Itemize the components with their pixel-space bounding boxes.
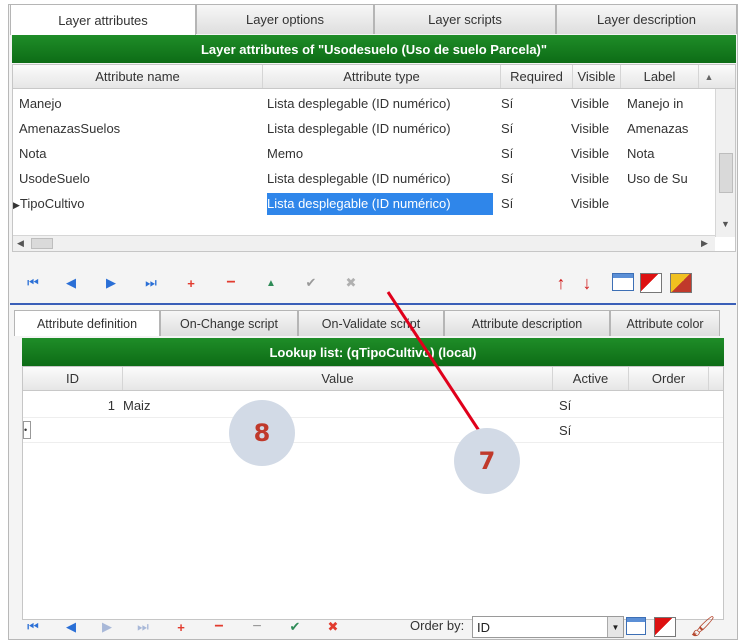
annotation-pointer-line <box>386 291 495 453</box>
annotation-badge-8: 8 <box>229 400 295 466</box>
annotation-badge-7: 7 <box>454 428 520 494</box>
